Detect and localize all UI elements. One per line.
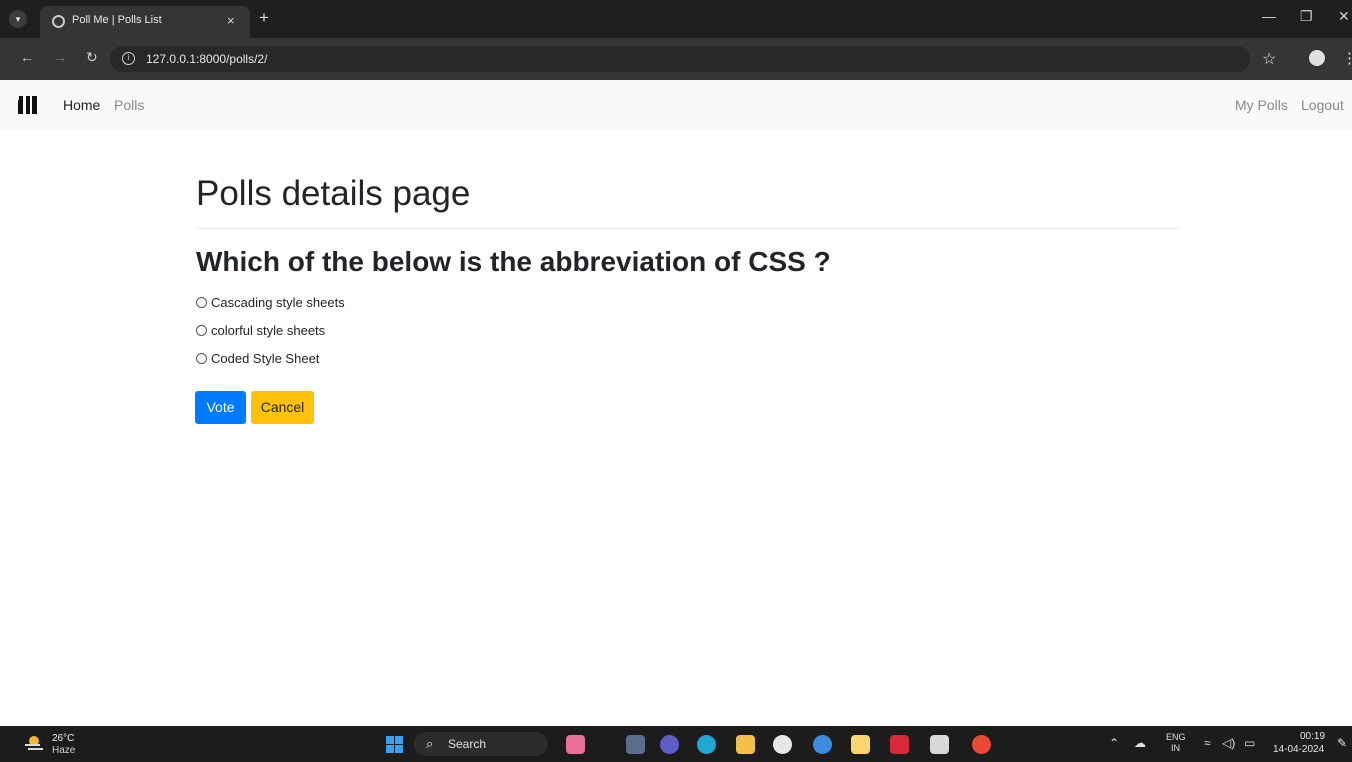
- language-indicator[interactable]: ENG: [1166, 732, 1186, 742]
- choice-radio[interactable]: [196, 325, 207, 336]
- chrome-browser-icon[interactable]: [972, 735, 991, 754]
- widgets-app-icon[interactable]: [566, 735, 585, 754]
- vote-button[interactable]: Vote: [195, 391, 246, 424]
- globe-icon: [52, 15, 65, 28]
- cancel-button[interactable]: Cancel: [251, 391, 314, 424]
- task-view-icon[interactable]: [626, 735, 645, 754]
- reload-icon[interactable]: ↻: [86, 49, 98, 66]
- bookmark-star-icon[interactable]: ☆: [1262, 49, 1276, 69]
- choice-label: Cascading style sheets: [211, 295, 345, 310]
- notifications-icon[interactable]: ✎: [1337, 736, 1347, 750]
- pycharm-app-icon[interactable]: [813, 735, 832, 754]
- show-hidden-icons-chevron-icon[interactable]: ⌃: [1109, 736, 1119, 750]
- site-info-icon[interactable]: i: [122, 52, 135, 65]
- nav-link-home[interactable]: Home: [63, 97, 100, 113]
- page-title: Polls details page: [196, 174, 471, 213]
- choice-label: Coded Style Sheet: [211, 351, 320, 366]
- choice-radio[interactable]: [196, 353, 207, 364]
- clock-time[interactable]: 00:19: [1300, 731, 1325, 742]
- weather-temperature[interactable]: 26°C: [52, 733, 74, 744]
- weather-condition[interactable]: Haze: [52, 745, 75, 756]
- browser-tab-bar: ▾ Poll Me | Polls List × + — ❐ ✕: [0, 0, 1352, 38]
- site-navbar: Home Polls My Polls Logout: [0, 80, 1352, 130]
- address-bar[interactable]: i 127.0.0.1:8000/polls/2/: [110, 46, 1250, 72]
- store-app-icon[interactable]: [851, 735, 870, 754]
- minimize-icon[interactable]: —: [1262, 8, 1276, 24]
- taskbar-search[interactable]: ⌕ Search: [414, 732, 548, 756]
- browser-tab[interactable]: Poll Me | Polls List ×: [40, 6, 250, 38]
- edge-browser-icon[interactable]: [697, 735, 716, 754]
- search-icon: ⌕: [426, 736, 434, 751]
- kebab-menu-icon[interactable]: ⋮: [1342, 49, 1352, 67]
- github-desktop-icon[interactable]: [773, 735, 792, 754]
- teams-chat-icon[interactable]: [660, 735, 679, 754]
- restore-icon[interactable]: ❐: [1300, 8, 1313, 25]
- windows-taskbar: 26°C Haze ⌕ Search ⌃ ☁ ENG IN ≈ ◁) ▭ 00:…: [0, 726, 1352, 762]
- nav-link-logout[interactable]: Logout: [1301, 97, 1344, 113]
- onedrive-icon[interactable]: ☁: [1134, 736, 1146, 750]
- tab-close-icon[interactable]: ×: [227, 13, 235, 28]
- wifi-icon[interactable]: ≈: [1204, 736, 1211, 750]
- new-tab-icon[interactable]: +: [259, 8, 269, 28]
- file-explorer-icon[interactable]: [736, 735, 755, 754]
- terminal-icon[interactable]: [930, 735, 949, 754]
- clock-date[interactable]: 14-04-2024: [1273, 744, 1324, 755]
- forward-arrow-icon[interactable]: →: [53, 49, 67, 65]
- url-text[interactable]: 127.0.0.1:8000/polls/2/: [146, 52, 267, 66]
- site-logo-icon[interactable]: [18, 96, 40, 114]
- poll-question: Which of the below is the abbreviation o…: [196, 246, 831, 277]
- nav-link-my-polls[interactable]: My Polls: [1235, 97, 1288, 113]
- volume-icon[interactable]: ◁): [1222, 736, 1235, 750]
- battery-icon[interactable]: ▭: [1244, 736, 1255, 750]
- profile-icon[interactable]: [1309, 50, 1325, 66]
- mcafee-icon[interactable]: [890, 735, 909, 754]
- weather-haze-icon[interactable]: [24, 734, 44, 752]
- windows-start-icon[interactable]: [386, 736, 403, 753]
- tab-title: Poll Me | Polls List: [72, 14, 162, 26]
- choice-label: colorful style sheets: [211, 323, 326, 338]
- choice-radio[interactable]: [196, 297, 207, 308]
- taskbar-search-label: Search: [448, 737, 487, 751]
- title-divider: [196, 228, 1180, 229]
- language-region[interactable]: IN: [1171, 743, 1180, 753]
- close-window-icon[interactable]: ✕: [1338, 8, 1350, 25]
- tab-search-chevron-icon[interactable]: ▾: [9, 10, 27, 28]
- back-arrow-icon[interactable]: ←: [20, 49, 34, 65]
- nav-link-polls[interactable]: Polls: [114, 97, 144, 113]
